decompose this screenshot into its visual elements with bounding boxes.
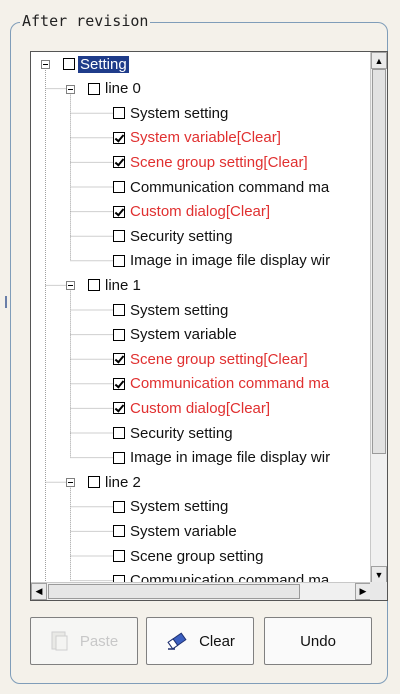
tree-node-item[interactable]: Custom dialog[Clear] bbox=[113, 399, 270, 417]
checkbox[interactable] bbox=[88, 82, 100, 95]
undo-label: Undo bbox=[300, 632, 336, 650]
collapse-icon[interactable] bbox=[66, 84, 75, 94]
tree-node-label: Security setting bbox=[130, 424, 233, 442]
checkbox[interactable] bbox=[113, 131, 125, 144]
tree-node-item[interactable]: Communication command ma bbox=[113, 178, 329, 196]
tree-node-line[interactable]: line 1 bbox=[88, 276, 141, 294]
tree-node-item[interactable]: Security setting bbox=[113, 227, 233, 245]
tree-node-label: Communication command ma bbox=[130, 375, 330, 393]
checkbox[interactable] bbox=[113, 500, 125, 513]
tree-node-label: Image in image file display wir bbox=[130, 449, 331, 467]
tree-node-label: Scene group setting bbox=[130, 547, 264, 565]
vertical-scroll-thumb[interactable] bbox=[372, 69, 386, 454]
tree-node-label: Security setting bbox=[130, 227, 233, 245]
tree-node-label: line 2 bbox=[105, 473, 141, 491]
tree-node-label: System variable bbox=[130, 522, 237, 540]
tree-node-item[interactable]: Image in image file display wir bbox=[113, 449, 330, 467]
collapse-icon[interactable] bbox=[66, 478, 75, 488]
checkbox[interactable] bbox=[113, 377, 125, 390]
tree-node-label: System setting bbox=[130, 301, 229, 319]
tree-node-item[interactable]: System variable bbox=[113, 522, 237, 540]
checkbox[interactable] bbox=[113, 550, 125, 562]
tree-node-label: System setting bbox=[130, 498, 229, 516]
checkbox[interactable] bbox=[113, 107, 125, 120]
checkbox[interactable] bbox=[88, 476, 100, 489]
settings-tree[interactable]: Setting line 0 System setting System variab… bbox=[30, 51, 388, 601]
undo-button[interactable]: Undo bbox=[264, 617, 372, 665]
tree-node-label: line 0 bbox=[105, 80, 141, 98]
tree-node-item[interactable]: System setting bbox=[113, 498, 228, 516]
tree-node-label: System variable[Clear] bbox=[130, 129, 281, 147]
tree-node-label: Custom dialog[Clear] bbox=[130, 399, 271, 417]
paste-button[interactable]: Paste bbox=[30, 617, 138, 665]
tree-node-label: System variable bbox=[130, 326, 237, 344]
tree-node-label: Setting bbox=[78, 55, 129, 73]
tree-node-label: System setting bbox=[130, 104, 229, 122]
splitter-marker bbox=[5, 296, 7, 308]
tree-node-label: line 1 bbox=[105, 276, 141, 294]
collapse-icon[interactable] bbox=[41, 60, 50, 69]
checkbox[interactable] bbox=[113, 427, 125, 439]
tree-node-item[interactable]: Security setting bbox=[113, 424, 233, 442]
tree-node-item[interactable]: Scene group setting[Clear] bbox=[113, 153, 308, 171]
tree-node-item[interactable]: Scene group setting bbox=[113, 547, 263, 565]
tree-node-item[interactable]: System setting bbox=[113, 301, 228, 319]
horizontal-scrollbar[interactable]: ◀ ▶ bbox=[31, 582, 371, 600]
tree-node-item[interactable]: System variable[Clear] bbox=[113, 129, 281, 147]
group-title: After revision bbox=[20, 12, 151, 30]
tree-node-item[interactable]: Communication command ma bbox=[113, 375, 329, 393]
vertical-scrollbar[interactable]: ▲ ▼ bbox=[370, 52, 387, 583]
checkbox[interactable] bbox=[113, 451, 125, 464]
paste-icon bbox=[51, 631, 68, 651]
tree-node-item[interactable]: Image in image file display wir bbox=[113, 252, 330, 270]
paste-label: Paste bbox=[79, 632, 119, 650]
tree-node-label: Image in image file display wir bbox=[130, 252, 331, 270]
tree-node-label: Custom dialog[Clear] bbox=[130, 203, 271, 221]
scroll-down-button[interactable]: ▼ bbox=[371, 566, 387, 583]
scrollbar-corner bbox=[370, 582, 387, 600]
tree-node-root[interactable]: Setting bbox=[63, 55, 129, 73]
tree-node-item[interactable]: System setting bbox=[113, 104, 228, 122]
tree-node-label: Communication command ma bbox=[130, 178, 330, 196]
checkbox[interactable] bbox=[88, 279, 100, 292]
checkbox[interactable] bbox=[113, 156, 125, 169]
tree-node-line[interactable]: line 0 bbox=[88, 80, 141, 98]
checkbox[interactable] bbox=[113, 254, 125, 267]
scroll-right-button[interactable]: ▶ bbox=[355, 583, 371, 600]
checkbox[interactable] bbox=[113, 353, 125, 366]
tree-node-label: Scene group setting[Clear] bbox=[130, 350, 308, 368]
clear-label: Clear bbox=[199, 632, 235, 650]
scroll-left-button[interactable]: ◀ bbox=[31, 583, 47, 600]
checkbox[interactable] bbox=[113, 402, 125, 415]
checkbox[interactable] bbox=[63, 58, 75, 70]
eraser-icon bbox=[167, 632, 187, 650]
scroll-up-button[interactable]: ▲ bbox=[371, 52, 387, 69]
clear-button[interactable]: Clear bbox=[146, 617, 254, 665]
tree-node-line[interactable]: line 2 bbox=[88, 473, 141, 491]
tree-node-item[interactable]: Custom dialog[Clear] bbox=[113, 203, 270, 221]
checkbox[interactable] bbox=[113, 181, 125, 193]
tree-node-item[interactable]: System variable bbox=[113, 326, 237, 344]
checkbox[interactable] bbox=[113, 525, 125, 538]
checkbox[interactable] bbox=[113, 304, 125, 316]
checkbox[interactable] bbox=[113, 205, 125, 218]
horizontal-scroll-thumb[interactable] bbox=[48, 584, 300, 599]
tree-node-label: Scene group setting[Clear] bbox=[130, 153, 308, 171]
collapse-icon[interactable] bbox=[66, 281, 75, 291]
checkbox[interactable] bbox=[113, 328, 125, 341]
checkbox[interactable] bbox=[113, 230, 125, 243]
tree-node-item[interactable]: Scene group setting[Clear] bbox=[113, 350, 308, 368]
